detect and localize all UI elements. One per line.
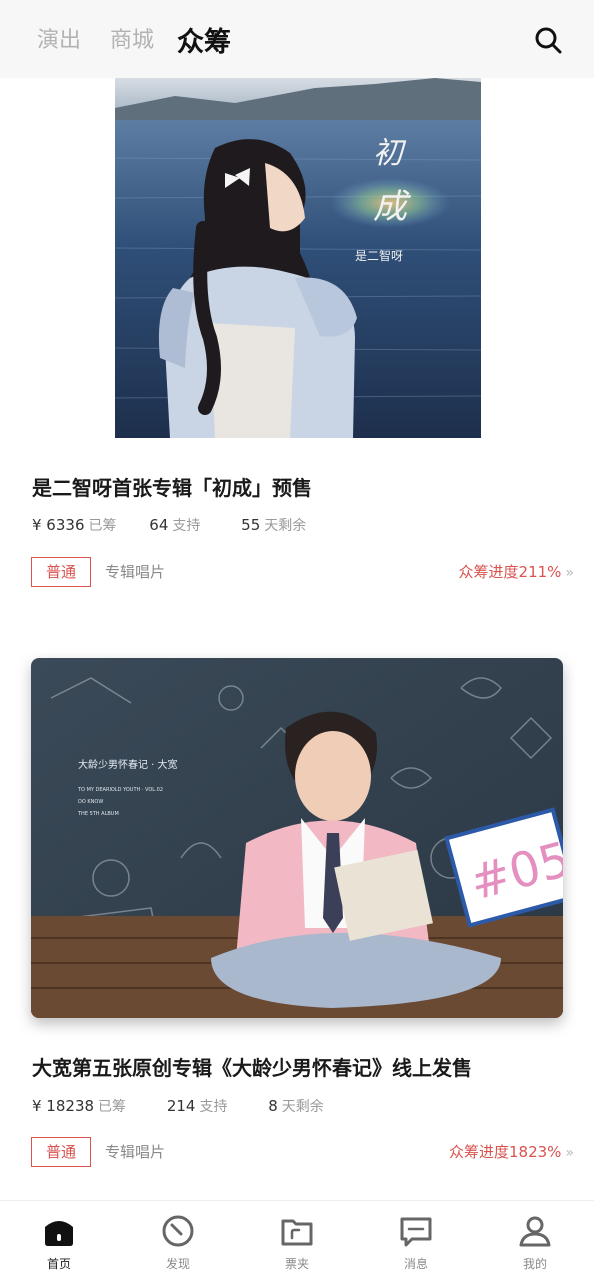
project-category: 专辑唱片 — [105, 563, 166, 581]
supporters-label: 支持 — [172, 518, 201, 534]
chevron-double-right-icon: » — [565, 1145, 574, 1161]
project-title[interactable]: 是二智呀首张专辑「初成」预售 — [32, 472, 312, 501]
bottom-navigation: 首页 发现 票夹 消息 我的 — [0, 1200, 594, 1280]
raised-amount: ¥ 6336 — [32, 516, 85, 534]
ticket-folder-icon — [281, 1219, 313, 1246]
top-navigation: 演出 商城 众筹 — [0, 0, 594, 78]
project-tag: 普通 — [31, 557, 91, 587]
cover-art-text: 成 — [373, 187, 412, 227]
cover-art-text: DO KNOW — [78, 799, 103, 805]
cover-art-text: TO MY DEARIOLD YOUTH · VOL.02 — [77, 787, 163, 793]
project-stats: ¥ 6336 已筹 64 支持 55 天剩余 — [32, 515, 306, 535]
nav-tickets[interactable]: 票夹 — [257, 1213, 337, 1272]
supporters-label: 支持 — [199, 1099, 228, 1115]
days-left-label: 天剩余 — [281, 1099, 324, 1115]
raised-amount: ¥ 18238 — [32, 1097, 95, 1115]
progress-text: 众筹进度1823% — [448, 1143, 562, 1161]
search-icon[interactable] — [532, 24, 564, 56]
tab-crowdfunding[interactable]: 众筹 — [177, 20, 231, 59]
days-left: 8 — [268, 1097, 278, 1115]
cover-art-text: THE 5TH ALBUM — [77, 811, 119, 817]
chevron-double-right-icon: » — [565, 565, 574, 581]
nav-profile[interactable]: 我的 — [495, 1213, 575, 1272]
nav-messages-label: 消息 — [403, 1257, 428, 1271]
nav-home-label: 首页 — [46, 1257, 71, 1271]
project-cover-image[interactable]: 初 成 是二智呀 — [115, 78, 481, 438]
tab-performance[interactable]: 演出 — [37, 22, 81, 54]
message-icon — [400, 1217, 432, 1247]
project-category: 专辑唱片 — [105, 1143, 166, 1161]
supporters-count: 214 — [166, 1097, 196, 1115]
project-cover-image[interactable]: 大龄少男怀春记 · 大宽 TO MY DEARIOLD YOUTH · VOL.… — [31, 658, 563, 1018]
nav-home[interactable]: 首页 — [19, 1213, 99, 1272]
days-left-label: 天剩余 — [264, 518, 307, 534]
profile-icon — [519, 1216, 551, 1247]
project-title[interactable]: 大宽第五张原创专辑《大龄少男怀春记》线上发售 — [32, 1052, 472, 1081]
raised-label: 已筹 — [88, 518, 117, 534]
nav-discover-label: 发现 — [165, 1257, 190, 1271]
progress-text: 众筹进度211% — [458, 563, 562, 581]
tab-mall[interactable]: 商城 — [110, 22, 154, 54]
project-tag: 普通 — [31, 1137, 91, 1167]
project-stats: ¥ 18238 已筹 214 支持 8 天剩余 — [32, 1096, 324, 1116]
days-left: 55 — [241, 516, 261, 534]
cover-art-artist: 是二智呀 — [355, 248, 403, 263]
supporters-count: 64 — [149, 516, 169, 534]
raised-label: 已筹 — [98, 1099, 127, 1115]
progress-link[interactable]: 众筹进度211%» — [459, 561, 574, 582]
cover-art-title: 大龄少男怀春记 · 大宽 — [78, 758, 178, 771]
nav-discover[interactable]: 发现 — [138, 1213, 218, 1272]
home-icon — [45, 1221, 73, 1246]
nav-messages[interactable]: 消息 — [376, 1213, 456, 1272]
nav-tickets-label: 票夹 — [284, 1257, 309, 1271]
progress-link[interactable]: 众筹进度1823%» — [449, 1141, 574, 1162]
nav-profile-label: 我的 — [522, 1257, 547, 1271]
cover-art-text: 初 — [373, 136, 407, 171]
compass-icon — [162, 1215, 194, 1247]
